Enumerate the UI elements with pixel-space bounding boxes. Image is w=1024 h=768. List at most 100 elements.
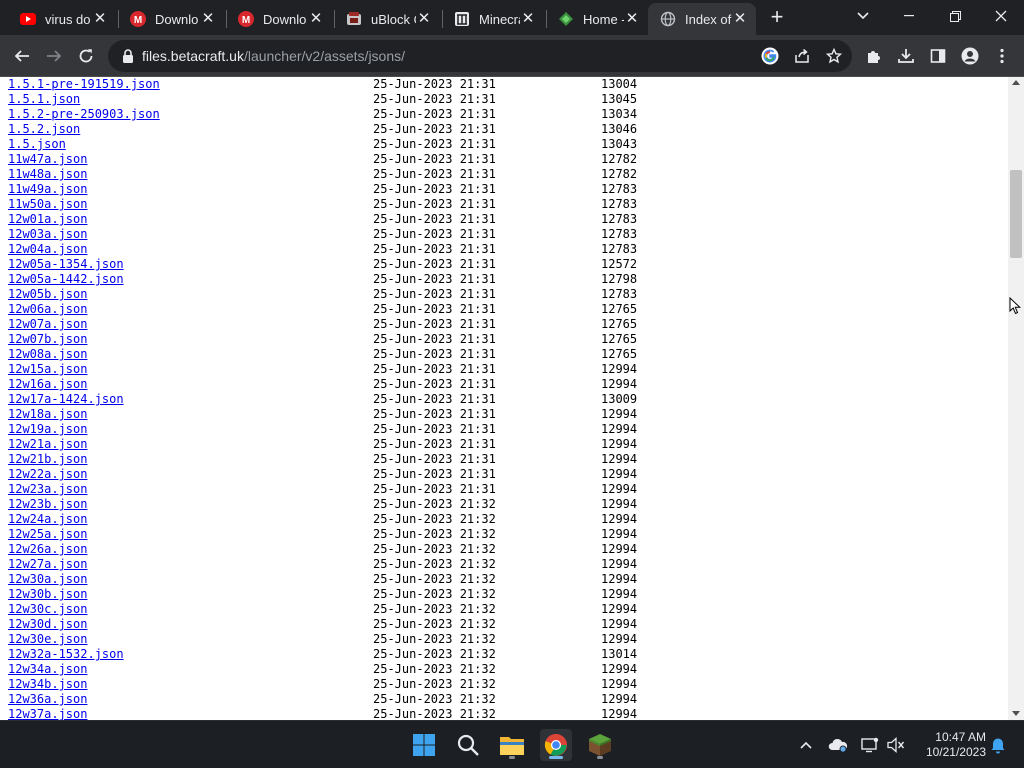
search-icon	[457, 734, 479, 756]
close-icon[interactable]: ✕	[308, 11, 324, 27]
tab-index-of[interactable]: Index of ✕	[648, 3, 756, 35]
reload-button[interactable]	[72, 42, 100, 70]
file-link[interactable]: 12w05a-1442.json	[8, 272, 124, 287]
tab-mega-2[interactable]: M Downlo ✕	[226, 3, 332, 35]
file-link[interactable]: 12w25a.json	[8, 527, 87, 542]
close-icon[interactable]: ✕	[624, 11, 640, 27]
chevron-down-icon	[857, 12, 869, 20]
file-link[interactable]: 12w18a.json	[8, 407, 87, 422]
file-link[interactable]: 12w16a.json	[8, 377, 87, 392]
file-link[interactable]: 12w30e.json	[8, 632, 87, 647]
file-explorer-button[interactable]	[496, 729, 528, 761]
file-link[interactable]: 12w23a.json	[8, 482, 87, 497]
file-link[interactable]: 12w19a.json	[8, 422, 87, 437]
scroll-down-arrow[interactable]	[1012, 711, 1020, 716]
start-button[interactable]	[408, 729, 440, 761]
file-link[interactable]: 12w03a.json	[8, 227, 87, 242]
file-date: 25-Jun-2023 21:32	[373, 542, 496, 556]
file-link[interactable]: 12w15a.json	[8, 362, 87, 377]
tab-search-button[interactable]	[840, 0, 886, 32]
file-link[interactable]: 12w23b.json	[8, 497, 87, 512]
volume-button[interactable]	[886, 735, 906, 755]
file-link[interactable]: 12w37a.json	[8, 707, 87, 720]
file-link[interactable]: 12w36a.json	[8, 692, 87, 707]
url-text[interactable]: files.betacraft.uk/launcher/v2/assets/js…	[142, 48, 405, 64]
file-link[interactable]: 12w01a.json	[8, 212, 87, 227]
extensions-button[interactable]	[860, 42, 888, 70]
file-link[interactable]: 1.5.json	[8, 137, 66, 152]
file-link[interactable]: 12w32a-1532.json	[8, 647, 124, 662]
new-tab-button[interactable]: +	[766, 6, 788, 29]
tab-youtube[interactable]: virus do ✕	[8, 3, 116, 35]
tab-ublock[interactable]: uBlock O ✕	[334, 3, 440, 35]
file-link[interactable]: 12w04a.json	[8, 242, 87, 257]
file-link[interactable]: 11w49a.json	[8, 182, 87, 197]
restore-button[interactable]	[932, 0, 978, 32]
file-link[interactable]: 12w21a.json	[8, 437, 87, 452]
file-link[interactable]: 1.5.2.json	[8, 122, 80, 137]
search-button[interactable]	[452, 729, 484, 761]
close-icon[interactable]: ✕	[416, 11, 432, 27]
file-link[interactable]: 11w50a.json	[8, 197, 87, 212]
show-hidden-icons-button[interactable]	[796, 735, 816, 755]
tab-minecraft-wiki[interactable]: Minecra ✕	[442, 3, 544, 35]
file-link[interactable]: 12w08a.json	[8, 347, 87, 362]
file-link[interactable]: 12w22a.json	[8, 467, 87, 482]
back-button[interactable]	[8, 42, 36, 70]
google-lens-button[interactable]	[756, 42, 784, 70]
lock-icon[interactable]	[120, 48, 136, 64]
file-size: 12994	[601, 377, 638, 391]
file-link[interactable]: 12w27a.json	[8, 557, 87, 572]
menu-button[interactable]	[988, 42, 1016, 70]
tab-betacraft-home[interactable]: Home - ✕	[546, 3, 648, 35]
share-button[interactable]	[788, 42, 816, 70]
file-link[interactable]: 1.5.1-pre-191519.json	[8, 77, 160, 92]
file-link[interactable]: 12w07a.json	[8, 317, 87, 332]
file-link[interactable]: 12w26a.json	[8, 542, 87, 557]
file-link[interactable]: 12w21b.json	[8, 452, 87, 467]
grass-block-icon	[589, 734, 611, 756]
file-link[interactable]: 12w17a-1424.json	[8, 392, 124, 407]
address-bar[interactable]: files.betacraft.uk/launcher/v2/assets/js…	[108, 40, 852, 72]
page-scrollbar[interactable]	[1008, 77, 1024, 720]
forward-button[interactable]	[40, 42, 68, 70]
bookmark-button[interactable]	[820, 42, 848, 70]
chrome-button[interactable]	[540, 729, 572, 761]
notifications-button[interactable]	[988, 735, 1008, 755]
file-link[interactable]: 12w05b.json	[8, 287, 87, 302]
minecraft-launcher-button[interactable]	[584, 729, 616, 761]
file-date: 25-Jun-2023 21:31	[373, 302, 496, 316]
profile-button[interactable]	[956, 42, 984, 70]
file-link[interactable]: 12w24a.json	[8, 512, 87, 527]
file-link[interactable]: 12w06a.json	[8, 302, 87, 317]
file-link[interactable]: 12w30c.json	[8, 602, 87, 617]
system-clock[interactable]: 10:47 AM 10/21/2023	[914, 730, 986, 760]
close-icon[interactable]: ✕	[200, 11, 216, 27]
file-link[interactable]: 12w05a-1354.json	[8, 257, 124, 272]
file-link[interactable]: 12w34a.json	[8, 662, 87, 677]
file-link[interactable]: 11w48a.json	[8, 167, 87, 182]
side-panel-button[interactable]	[924, 42, 952, 70]
file-size: 13046	[601, 122, 638, 136]
close-icon[interactable]: ✕	[520, 11, 536, 27]
file-link[interactable]: 11w47a.json	[8, 152, 87, 167]
file-link[interactable]: 12w30d.json	[8, 617, 87, 632]
minimize-button[interactable]	[886, 0, 932, 32]
close-icon[interactable]: ✕	[92, 11, 108, 27]
file-link[interactable]: 12w34b.json	[8, 677, 87, 692]
scrollbar-thumb[interactable]	[1010, 170, 1022, 258]
file-link[interactable]: 1.5.2-pre-250903.json	[8, 107, 160, 122]
tab-mega-1[interactable]: M Downlo ✕	[118, 3, 224, 35]
downloads-button[interactable]	[892, 42, 920, 70]
display-button[interactable]	[860, 735, 880, 755]
file-link[interactable]: 12w07b.json	[8, 332, 87, 347]
file-date: 25-Jun-2023 21:31	[373, 467, 496, 481]
file-size: 12572	[601, 257, 638, 271]
file-link[interactable]: 12w30a.json	[8, 572, 87, 587]
close-icon[interactable]: ✕	[732, 11, 748, 27]
scroll-up-arrow[interactable]	[1012, 80, 1020, 85]
file-link[interactable]: 12w30b.json	[8, 587, 87, 602]
onedrive-button[interactable]	[828, 735, 848, 755]
file-link[interactable]: 1.5.1.json	[8, 92, 80, 107]
close-window-button[interactable]	[978, 0, 1024, 32]
